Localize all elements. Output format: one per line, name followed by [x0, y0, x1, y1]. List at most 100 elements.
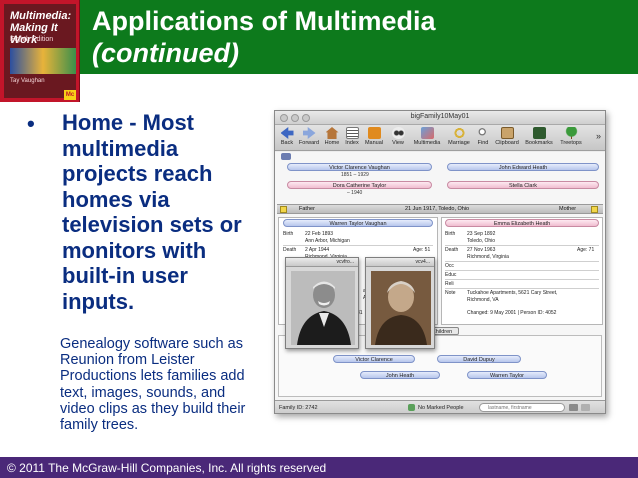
window-title: bigFamily10May01	[410, 113, 470, 120]
father-indicator-icon[interactable]	[280, 206, 287, 213]
forward-arrow-icon	[302, 127, 316, 139]
family-bar: Father 21 Jun 1917, Toledo, Ohio Mother	[277, 204, 603, 214]
toolbar-marriage-button[interactable]: Marriage	[446, 127, 472, 146]
maternal-grandfather-button[interactable]: John Edward Heath	[447, 163, 599, 171]
manual-icon	[367, 127, 381, 139]
portrait-man-svg	[291, 271, 355, 345]
paternal-grandmother-button[interactable]: Dora Catherine Taylor	[287, 181, 432, 189]
slide-footer: © 2011 The McGraw-Hill Companies, Inc. A…	[0, 457, 638, 478]
bullet-text: Home - Most multimedia projects reach ho…	[62, 110, 242, 314]
toolbar-clipboard-button[interactable]: Clipboard	[494, 127, 520, 146]
back-arrow-icon	[280, 127, 294, 139]
mother-religion-label: Reli	[445, 281, 454, 287]
portrait-woman-image	[371, 271, 431, 350]
mother-indicator-icon[interactable]	[591, 206, 598, 213]
toolbar-treetops-button[interactable]: Treetops	[558, 127, 584, 146]
status-bar: Family ID: 2742 No Marked People	[275, 400, 605, 413]
mother-occupation-label: Occ	[445, 263, 454, 269]
caption-text: Genealogy software such as Reunion from …	[60, 336, 246, 434]
mother-education-label: Educ	[445, 272, 457, 278]
photo-window[interactable]: vcvfro...	[285, 257, 359, 349]
child-button-victor[interactable]: Victor Clarence	[333, 355, 415, 363]
mother-bar-label: Mother	[559, 206, 577, 212]
portrait-man-image	[291, 271, 355, 350]
publisher-logo: Mc	[64, 90, 76, 100]
mother-note-line: Tuckahoe Apartments, 5621 Cary Street,	[467, 290, 558, 296]
slide-subtitle: (continued)	[92, 38, 239, 68]
mother-birth-label: Birth	[445, 231, 456, 237]
mother-birth-place: Toledo, Ohio	[467, 238, 496, 244]
maternal-grandmother-button[interactable]: Stella Clark	[447, 181, 599, 189]
view-icon	[391, 127, 405, 139]
list-view-icon[interactable]	[569, 404, 578, 411]
toolbar-view-button[interactable]: View	[389, 127, 407, 146]
mother-name-button[interactable]: Emma Elizabeth Heath	[445, 219, 599, 227]
nav-back-icon[interactable]	[281, 153, 291, 160]
toolbar-back-button[interactable]: Back	[278, 127, 296, 146]
row-divider	[283, 245, 433, 246]
bullet-marker: •	[27, 111, 35, 136]
toolbar-label: View	[392, 140, 404, 146]
paternal-grandmother-dates: – 1940	[347, 190, 363, 196]
mother-death-place: Richmond, Virginia	[467, 254, 509, 260]
toolbar-home-button[interactable]: Home	[323, 127, 341, 146]
book-cover-panel: Multimedia: Making It Work Eighth Editio…	[4, 4, 76, 100]
toolbar-manual-button[interactable]: Manual	[363, 127, 385, 146]
mother-death-date: 27 Nov 1963	[467, 247, 496, 253]
toolbar-label: Clipboard	[495, 140, 519, 146]
toolbar-label: Treetops	[560, 140, 582, 146]
child-button-david[interactable]: David Dupuy	[437, 355, 521, 363]
copyright-text: © 2011 The McGraw-Hill Companies, Inc. A…	[7, 461, 327, 475]
toolbar-label: Multimedia	[413, 140, 441, 146]
search-input[interactable]	[479, 403, 565, 412]
toolbar-multimedia-button[interactable]: Multimedia	[412, 127, 442, 146]
toolbar-forward-button[interactable]: Forward	[298, 127, 320, 146]
father-birth-place: Ann Arbor, Michigan	[305, 238, 350, 244]
row-divider	[445, 288, 599, 289]
home-icon	[325, 127, 339, 139]
toolbar-label: Back	[280, 140, 294, 146]
marked-people-icon	[408, 404, 415, 411]
find-icon	[476, 127, 490, 139]
toolbar-index-button[interactable]: Index	[344, 127, 360, 146]
father-name-button[interactable]: Warren Taylor Vaughan	[283, 219, 433, 227]
father-death-age: Age: 51	[413, 247, 431, 253]
window-titlebar: bigFamily10May01	[275, 111, 605, 125]
book-cover: Multimedia: Making It Work Eighth Editio…	[0, 0, 80, 102]
toolbar-label: Manual	[364, 140, 384, 146]
row-divider	[445, 270, 599, 271]
toolbar-label: Marriage	[448, 140, 470, 146]
mother-death-age: Age: 71	[577, 247, 595, 253]
reunion-app-window: bigFamily10May01 Back Forward Home Index…	[274, 110, 606, 414]
mother-birth-date: 23 Sep 1892	[467, 231, 496, 237]
treetops-icon	[564, 127, 578, 139]
paternal-grandfather-dates: 1851 – 1929	[341, 172, 369, 178]
mother-note-label: Note	[445, 290, 456, 296]
child-button-warren[interactable]: Warren Taylor	[467, 371, 547, 379]
book-cover-author: Tay Vaughan	[10, 78, 45, 84]
portrait-woman-svg	[371, 271, 431, 345]
photo-window[interactable]: vcv4...	[365, 257, 435, 349]
toolbar-find-button[interactable]: Find	[475, 127, 491, 146]
father-birth-date: 22 Feb 1893	[305, 231, 334, 237]
multimedia-icon	[420, 127, 434, 139]
mother-note-line: Richmond, VA	[467, 297, 499, 303]
row-divider	[445, 279, 599, 280]
row-divider	[445, 261, 599, 262]
toolbar-label: Home	[324, 140, 340, 146]
marriage-icon	[452, 127, 466, 139]
row-divider	[445, 245, 599, 246]
grid-view-icon[interactable]	[581, 404, 590, 411]
toolbar-bookmarks-button[interactable]: Bookmarks	[523, 127, 555, 146]
marked-people-menu[interactable]: No Marked People	[418, 405, 464, 411]
toolbar-overflow-button[interactable]: »	[596, 131, 601, 141]
toolbar-label: Find	[477, 140, 489, 146]
book-cover-edition: Eighth Edition	[10, 36, 54, 43]
marriage-info: 21 Jun 1917, Toledo, Ohio	[405, 206, 470, 212]
toolbar-label: Bookmarks	[525, 140, 553, 146]
slide-title: Applications of Multimedia	[92, 6, 436, 36]
paternal-grandfather-button[interactable]: Victor Clarence Vaughan	[287, 163, 432, 171]
child-button-john[interactable]: John Heath	[360, 371, 440, 379]
father-bar-label: Father	[299, 206, 315, 212]
mother-changed-info: Changed: 9 May 2001 | Person ID: 4052	[467, 310, 557, 316]
